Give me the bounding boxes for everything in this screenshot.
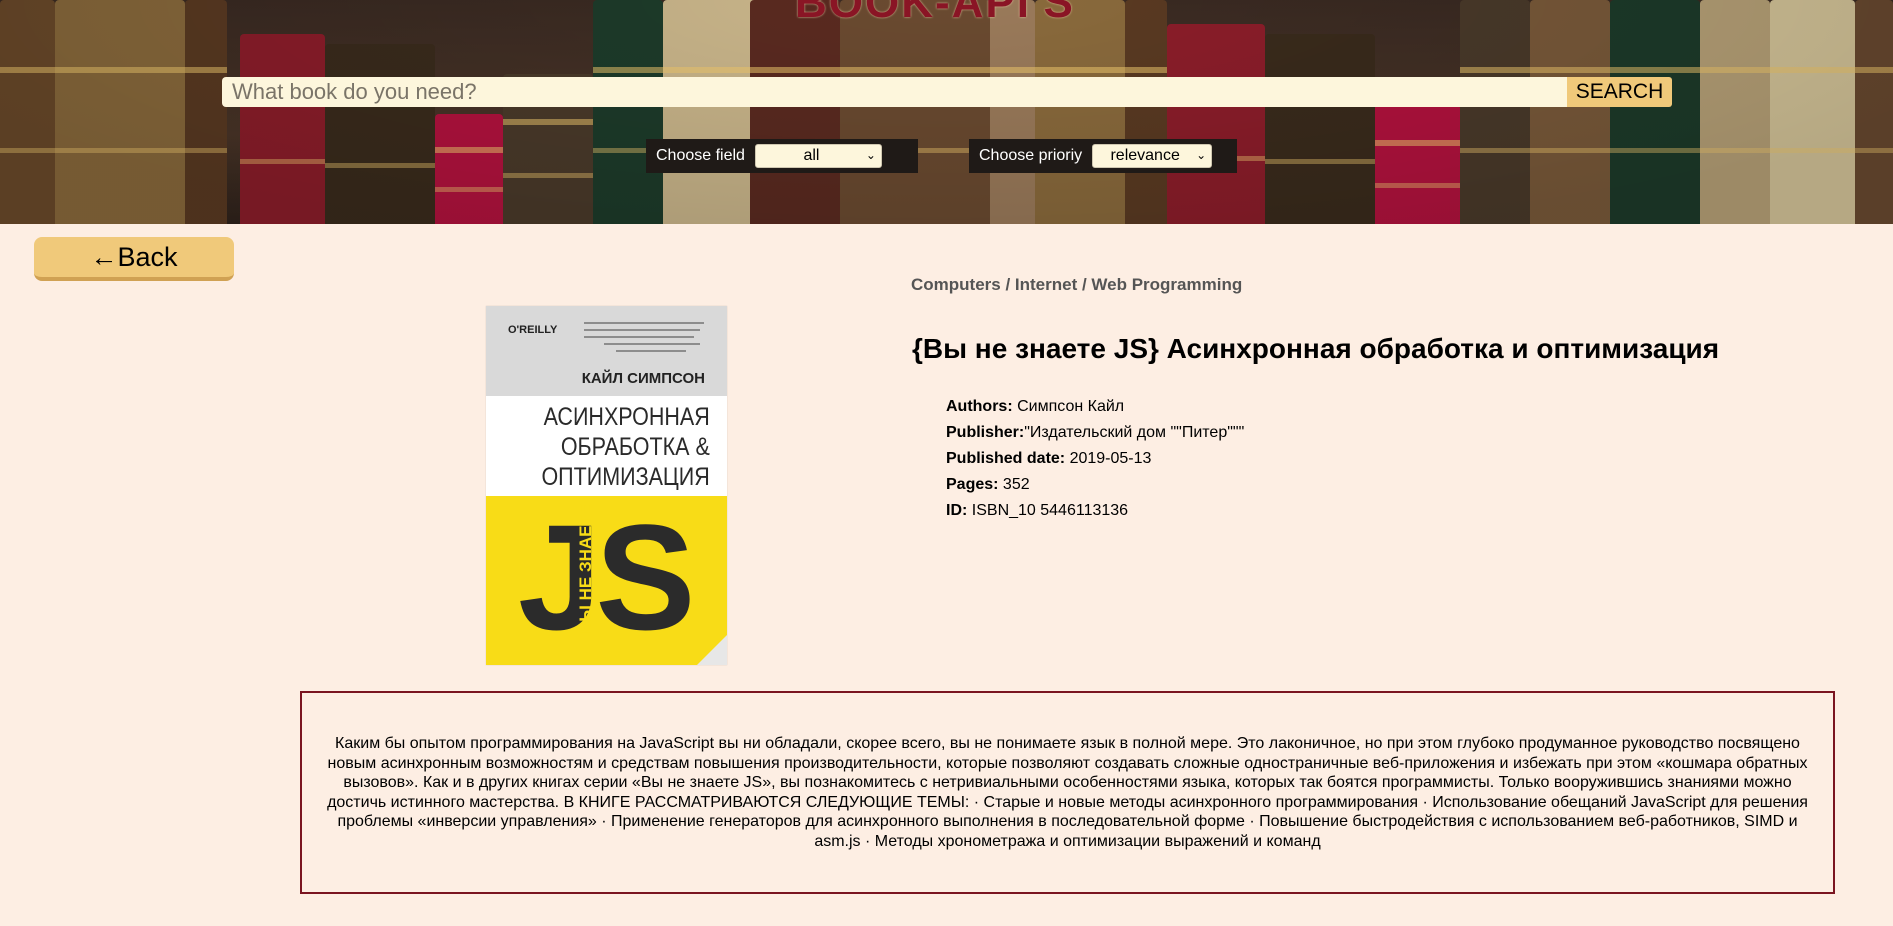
book-metadata: Authors: Симпсон Кайл Publisher:"Издател… — [946, 394, 1244, 524]
meta-authors: Authors: Симпсон Кайл — [946, 394, 1244, 420]
cover-js-text: JS — [518, 493, 696, 661]
meta-value: ISBN_10 5446113136 — [967, 502, 1129, 519]
search-input[interactable] — [222, 77, 1567, 107]
field-filter-label: Choose field — [656, 147, 745, 164]
meta-key: Publisher: — [946, 424, 1025, 441]
chevron-down-icon: ⌄ — [865, 148, 876, 162]
meta-key: Published date: — [946, 450, 1066, 467]
priority-filter-label: Choose prioriy — [979, 147, 1083, 164]
cover-quote-line — [584, 336, 694, 338]
meta-value: 352 — [998, 476, 1030, 493]
cover-title-line: ОБРАБОТКА & — [560, 433, 710, 461]
cover-title: АСИНХРОННАЯ ОБРАБОТКА & ОПТИМИЗАЦИЯ — [520, 402, 727, 492]
meta-pages: Pages: 352 — [946, 472, 1244, 498]
search-bar: SEARCH — [222, 77, 1672, 107]
priority-select-value: relevance — [1110, 147, 1180, 164]
meta-value: Симпсон Кайл — [1012, 398, 1125, 415]
field-select[interactable]: all ⌄ — [754, 144, 882, 168]
cover-quote-line — [584, 329, 700, 331]
meta-value: 2019-05-13 — [1065, 450, 1152, 467]
banner-shade — [0, 0, 1893, 224]
book-description-box: Каким бы опытом программирования на Java… — [300, 691, 1835, 894]
meta-key: Authors: — [946, 398, 1013, 415]
meta-key: Pages: — [946, 476, 999, 493]
field-select-value: all — [803, 147, 820, 164]
cover-author: КАЙЛ СИМПСОН — [581, 370, 705, 387]
cover-quote-line — [584, 322, 704, 324]
site-title: BOOK-API'S — [795, 0, 1075, 27]
page-curl — [697, 635, 727, 665]
cover-publisher-logo: O'REILLY — [508, 324, 558, 336]
search-button[interactable]: SEARCH — [1567, 77, 1672, 107]
book-cover-image: O'REILLY КАЙЛ СИМПСОН АСИНХРОННАЯ ОБРАБО… — [486, 306, 727, 665]
chevron-down-icon: ⌄ — [1196, 148, 1207, 162]
cover-title-line: АСИНХРОННАЯ — [543, 403, 710, 431]
back-button[interactable]: ←Back — [34, 237, 234, 281]
cover-quote-line — [616, 350, 686, 352]
meta-key: ID: — [946, 502, 968, 519]
meta-published-date: Published date: 2019-05-13 — [946, 446, 1244, 472]
priority-select[interactable]: relevance ⌄ — [1092, 144, 1213, 168]
book-title: {Вы не знаете JS} Асинхронная обработка … — [912, 333, 1720, 364]
cover-title-line: ОПТИМИЗАЦИЯ — [541, 463, 710, 491]
field-filter: Choose field all ⌄ — [646, 139, 918, 173]
meta-value: "Издательский дом ""Питер""" — [1024, 424, 1245, 441]
meta-publisher: Publisher:"Издательский дом ""Питер""" — [946, 420, 1244, 446]
priority-filter: Choose prioriy relevance ⌄ — [969, 139, 1237, 173]
book-description: Каким бы опытом программирования на Java… — [327, 735, 1808, 850]
cover-vertical-text: ВЫ НЕ ЗНАЕТЕ — [576, 503, 595, 634]
header-banner: BOOK-API'S SEARCH Choose field all ⌄ Cho… — [0, 0, 1893, 224]
book-categories: Computers / Internet / Web Programming — [911, 275, 1243, 294]
meta-id: ID: ISBN_10 5446113136 — [946, 498, 1244, 524]
cover-quote-line — [604, 343, 700, 345]
